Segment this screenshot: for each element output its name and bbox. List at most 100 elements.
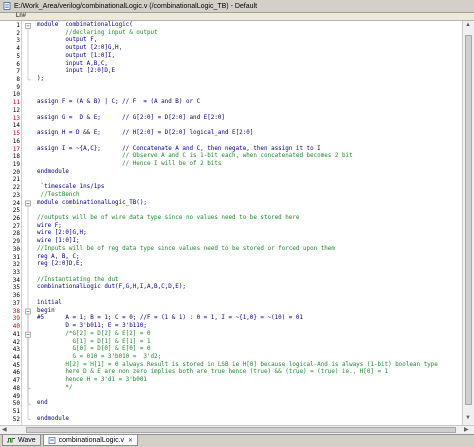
code-line[interactable]: 47 hence H = 3'd1 = 3'b001 [0,377,462,385]
scroll-right-icon[interactable]: ▶ [464,426,469,434]
code-text: begin [37,307,55,314]
code-line[interactable]: 45 H[2] = H[1] = 0 always Result is stor… [0,362,462,370]
window-title: E:/Work_Area/verilog/combinationalLogic.… [14,2,258,10]
scroll-up-icon[interactable]: ▲ [465,22,471,28]
vertical-scroll-thumb[interactable] [465,35,472,405]
code-text: module combinationalLogic_TB(); [37,199,147,206]
code-line[interactable]: 13 assign G = D & E; // G[2:0] = D[2:0] a… [0,115,462,123]
code-line[interactable]: 30 //Inputs will be of reg data type sinc… [0,246,462,254]
code-line[interactable]: 12 [0,107,462,115]
code-line[interactable]: 3 output F, [0,37,462,45]
vertical-scrollbar[interactable]: ▲ ▼ [462,21,474,425]
code-line[interactable]: 22 `timescale 1ns/1ps [0,184,462,192]
scroll-left-icon[interactable]: ◀ [2,426,7,434]
code-text: //TestBench [37,191,80,198]
code-line[interactable]: 51 [0,408,462,416]
line-number: 3 [16,37,20,45]
horizontal-scrollbar[interactable]: ◀ ▶ [0,425,474,434]
code-text: input A,B,C, [37,60,108,67]
code-line[interactable]: 49 [0,393,462,401]
code-line[interactable]: 23 //TestBench [0,192,462,200]
code-line[interactable]: 21 [0,176,462,184]
code-line[interactable]: 8); [0,76,462,84]
code-text: reg [2:0]D,E; [37,261,84,268]
code-text: wire F; [37,222,62,229]
code-text: assign F = (A & B) | C; // F = (A and B)… [37,99,201,106]
code-line[interactable]: 14 [0,122,462,130]
line-number: 47 [12,377,20,385]
code-line[interactable]: 42 G[1] = D[1] & E[1] = 1 [0,339,462,347]
code-line[interactable]: 26 //outputs will be of wire data type si… [0,215,462,223]
code-line[interactable]: 18 // Observe A and C is 1-bit each, whe… [0,153,462,161]
code-line[interactable]: 25 [0,207,462,215]
code-line[interactable]: 20 endmodule [0,169,462,177]
line-number: 39 [12,315,20,323]
line-number: 21 [12,176,20,184]
code-line[interactable]: 9 [0,84,462,92]
code-line[interactable]: 41 /*G[2] = D[2] & E[2] = 0 [0,331,462,339]
code-line[interactable]: 10 [0,91,462,99]
code-line[interactable]: 19 // Hence I will be of 2 bits [0,161,462,169]
line-number: 29 [12,238,20,246]
code-line[interactable]: 2 //declaring input & output [0,30,462,38]
code-text: reg A, B, C; [37,253,80,260]
code-line[interactable]: 29 wire [1:0]I; [0,238,462,246]
code-line[interactable]: 40 D = 3'b011; E = 3'b110; [0,323,462,331]
code-line[interactable]: 37 initial [0,300,462,308]
code-line[interactable]: 44 G = 010 = 3'b010 = 3'd2; [0,354,462,362]
tab-wave[interactable]: Wave [2,435,41,446]
code-line[interactable]: 48 */ [0,385,462,393]
code-line[interactable]: 11 assign F = (A & B) | C; // F = (A and … [0,99,462,107]
code-text: G[0] = D[0] & E[0] = 0 [37,346,151,353]
code-text: //outputs will be of wire data type sinc… [37,215,300,221]
line-number: 16 [12,137,20,145]
code-line[interactable]: 17 assign I = ~{A,C}; // Concatenate A an… [0,146,462,154]
code-text: // Observe A and C is 1-bit each, when c… [37,153,353,160]
code-line[interactable]: 46 here D & E are non zero implies both … [0,369,462,377]
line-number: 48 [12,384,20,392]
line-number: 24 [12,199,20,207]
code-line[interactable]: 7 input [2:0]D,E [0,68,462,76]
tab-combinational-logic[interactable]: combinationalLogic.v ✕ [42,435,139,446]
line-number: 50 [12,400,20,408]
horizontal-scroll-thumb[interactable] [26,427,456,433]
code-line[interactable]: 43 G[0] = D[0] & E[0] = 0 [0,346,462,354]
line-number: 51 [12,408,20,415]
close-icon[interactable]: ✕ [128,437,133,444]
code-line[interactable]: 24 module combinationalLogic_TB(); [0,200,462,208]
scroll-down-icon[interactable]: ▼ [465,415,471,421]
code-line[interactable]: 52 endmodule [0,416,462,424]
code-text: endmodule [37,168,69,175]
code-line[interactable]: 31 reg A, B, C; [0,254,462,262]
line-number: 28 [12,230,20,238]
code-line[interactable]: 32 reg [2:0]D,E; [0,261,462,269]
code-text: // Hence I will be of 2 bits [37,160,222,167]
code-line[interactable]: 15 assign H = D && E; // H[2:0] = D[2:0] … [0,130,462,138]
code-line[interactable]: 16 [0,138,462,146]
code-line[interactable]: 33 [0,269,462,277]
code-line[interactable]: 1 module combinationalLogic( [0,22,462,30]
line-number: 14 [12,122,20,130]
code-line[interactable]: 34 //Instantiating the dut [0,277,462,285]
code-line[interactable]: 36 [0,292,462,300]
code-line[interactable]: 5 output [1:0]I, [0,53,462,61]
document-icon [3,2,11,10]
code-line[interactable]: 35 combinationalLogic dut(F,G,H,I,A,B,C,D… [0,284,462,292]
code-line[interactable]: 38 begin [0,308,462,316]
code-text: /*G[2] = D[2] & E[2] = 0 [37,330,151,337]
code-line[interactable]: 6 input A,B,C, [0,61,462,69]
code-editor[interactable]: 1 module combinationalLogic(2 //declaring… [0,21,462,425]
line-number: 6 [16,60,20,68]
code-text: input [2:0]D,E [37,68,116,75]
window-titlebar: E:/Work_Area/verilog/combinationalLogic.… [0,0,474,13]
code-line[interactable]: 27 wire F; [0,223,462,231]
code-line[interactable]: 50 end [0,400,462,408]
code-text: //declaring input & output [37,29,158,36]
line-number: 5 [16,52,20,60]
code-text: wire [1:0]I; [37,238,80,245]
code-line[interactable]: 39 #5 A = 1; B = 1; C = 0; //F = (1 & 1) … [0,315,462,323]
code-line[interactable]: 28 wire [2:0]G,H; [0,230,462,238]
code-line[interactable]: 4 output [2:0]G,H, [0,45,462,53]
code-text: module combinationalLogic( [37,22,133,28]
code-text: assign I = ~{A,C}; // Concatenate A and … [37,145,321,152]
